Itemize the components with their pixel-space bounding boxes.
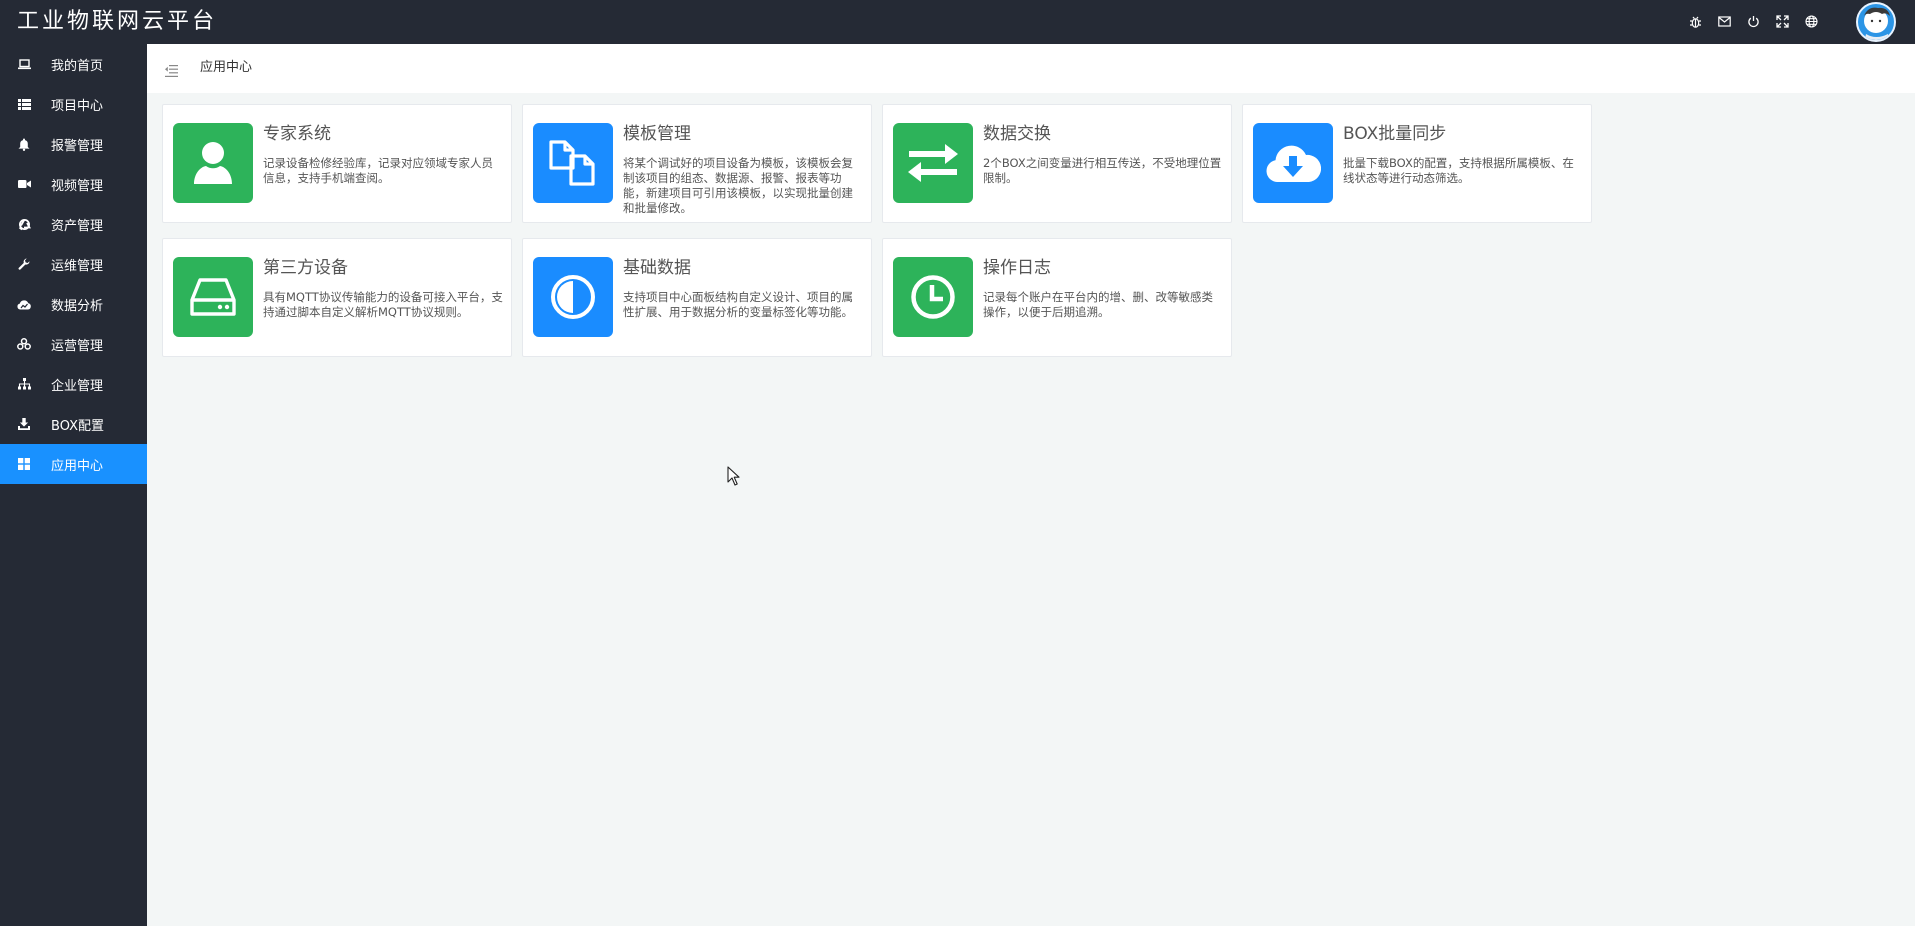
sidebar-item-label: 运营管理 (51, 338, 104, 354)
sidebar-item-label: 报警管理 (51, 138, 104, 154)
sidebar-item-analytics[interactable]: 数据分析 (0, 284, 147, 324)
card-description: 支持项目中心面板结构自定义设计、项目的属性扩展、用于数据分析的变量标签化等功能。 (623, 290, 853, 319)
sidebar-item-label: 资产管理 (51, 218, 104, 234)
video-icon (17, 177, 31, 191)
app-card-expert-system[interactable]: 专家系统 记录设备检修经验库，记录对应领域专家人员信息，支持手机端查阅。 (162, 104, 512, 223)
sidebar-item-assets[interactable]: 资产管理 (0, 204, 147, 244)
card-title: 专家系统 (263, 124, 331, 144)
wrench-icon (17, 257, 31, 271)
sidebar-item-video[interactable]: 视频管理 (0, 164, 147, 204)
power-icon[interactable] (1746, 13, 1761, 30)
list-icon (17, 97, 31, 111)
sidebar-item-app-center[interactable]: 应用中心 (0, 444, 147, 484)
laptop-icon (17, 57, 31, 71)
globe-icon[interactable] (1804, 13, 1819, 30)
app-card-box-batch-sync[interactable]: BOX批量同步 批量下载BOX的配置，支持根据所属模板、在线状态等进行动态筛选。 (1242, 104, 1592, 223)
app-title: 工业物联网云平台 (17, 9, 218, 34)
sidebar-item-home[interactable]: 我的首页 (0, 44, 147, 84)
mouse-cursor-icon (727, 466, 741, 486)
top-toolbar (1688, 13, 1819, 30)
menu-collapse-icon[interactable] (165, 62, 178, 77)
sidebar-item-enterprise[interactable]: 企业管理 (0, 364, 147, 404)
adjust-icon (533, 257, 613, 337)
hdd-icon (173, 257, 253, 337)
cloud-download-icon (1253, 123, 1333, 203)
card-title: 操作日志 (983, 258, 1051, 278)
sidebar-item-label: 项目中心 (51, 98, 104, 114)
card-description: 批量下载BOX的配置，支持根据所属模板、在线状态等进行动态筛选。 (1343, 156, 1574, 185)
card-description: 2个BOX之间变量进行相互传送，不受地理位置限制。 (983, 156, 1222, 185)
user-avatar[interactable] (1856, 2, 1896, 42)
sidebar-item-maintenance[interactable]: 运维管理 (0, 244, 147, 284)
sidebar-item-operations[interactable]: 运营管理 (0, 324, 147, 364)
chart-icon (17, 297, 31, 311)
sidebar-item-label: 运维管理 (51, 258, 104, 274)
card-title: 第三方设备 (263, 258, 348, 278)
app-card-template-management[interactable]: 模板管理 将某个调试好的项目设备为模板，该模板会复制该项目的组态、数据源、报警、… (522, 104, 872, 223)
sidebar-item-label: 应用中心 (51, 458, 104, 474)
content-header: 应用中心 (147, 44, 1915, 93)
sidebar-item-alarms[interactable]: 报警管理 (0, 124, 147, 164)
sidebar-item-label: 我的首页 (51, 58, 104, 74)
card-title: 基础数据 (623, 258, 691, 278)
sidebar-item-label: 视频管理 (51, 178, 104, 194)
bell-icon (17, 137, 31, 151)
app-card-basic-data[interactable]: 基础数据 支持项目中心面板结构自定义设计、项目的属性扩展、用于数据分析的变量标签… (522, 238, 872, 357)
sitemap-icon (17, 377, 31, 391)
user-icon (173, 123, 253, 203)
sidebar-item-label: BOX配置 (51, 418, 104, 434)
sidebar-item-label: 数据分析 (51, 298, 104, 314)
cubes-icon (17, 337, 31, 351)
sidebar-item-projects[interactable]: 项目中心 (0, 84, 147, 124)
app-card-third-party-device[interactable]: 第三方设备 具有MQTT协议传输能力的设备可接入平台，支持通过脚本自定义解析MQ… (162, 238, 512, 357)
card-description: 具有MQTT协议传输能力的设备可接入平台，支持通过脚本自定义解析MQTT协议规则… (263, 290, 503, 319)
breadcrumb[interactable]: 应用中心 (200, 59, 252, 77)
card-title: 数据交换 (983, 124, 1051, 144)
sidebar-item-box-config[interactable]: BOX配置 (0, 404, 147, 444)
copy-icon (533, 123, 613, 203)
card-description: 记录设备检修经验库，记录对应领域专家人员信息，支持手机端查阅。 (263, 156, 493, 185)
app-card-operation-log[interactable]: 操作日志 记录每个账户在平台内的增、删、改等敏感类操作，以便于后期追溯。 (882, 238, 1232, 357)
sidebar: 我的首页 项目中心 报警管理 视频管理 资产管理 运维管理 数据分析 运营管理 … (0, 44, 147, 926)
card-description: 将某个调试好的项目设备为模板，该模板会复制该项目的组态、数据源、报警、报表等功能… (623, 156, 853, 215)
grid-icon (17, 457, 31, 471)
card-title: 模板管理 (623, 124, 691, 144)
top-bar: 工业物联网云平台 (0, 0, 1915, 44)
download-icon (17, 417, 31, 431)
fullscreen-icon[interactable] (1775, 13, 1790, 30)
mail-icon[interactable] (1717, 13, 1732, 30)
bug-icon[interactable] (1688, 13, 1703, 30)
app-card-data-exchange[interactable]: 数据交换 2个BOX之间变量进行相互传送，不受地理位置限制。 (882, 104, 1232, 223)
clock-icon (893, 257, 973, 337)
sidebar-item-label: 企业管理 (51, 378, 104, 394)
exchange-icon (893, 123, 973, 203)
card-description: 记录每个账户在平台内的增、删、改等敏感类操作，以便于后期追溯。 (983, 290, 1213, 319)
card-title: BOX批量同步 (1343, 124, 1447, 144)
recycle-icon (17, 217, 31, 231)
